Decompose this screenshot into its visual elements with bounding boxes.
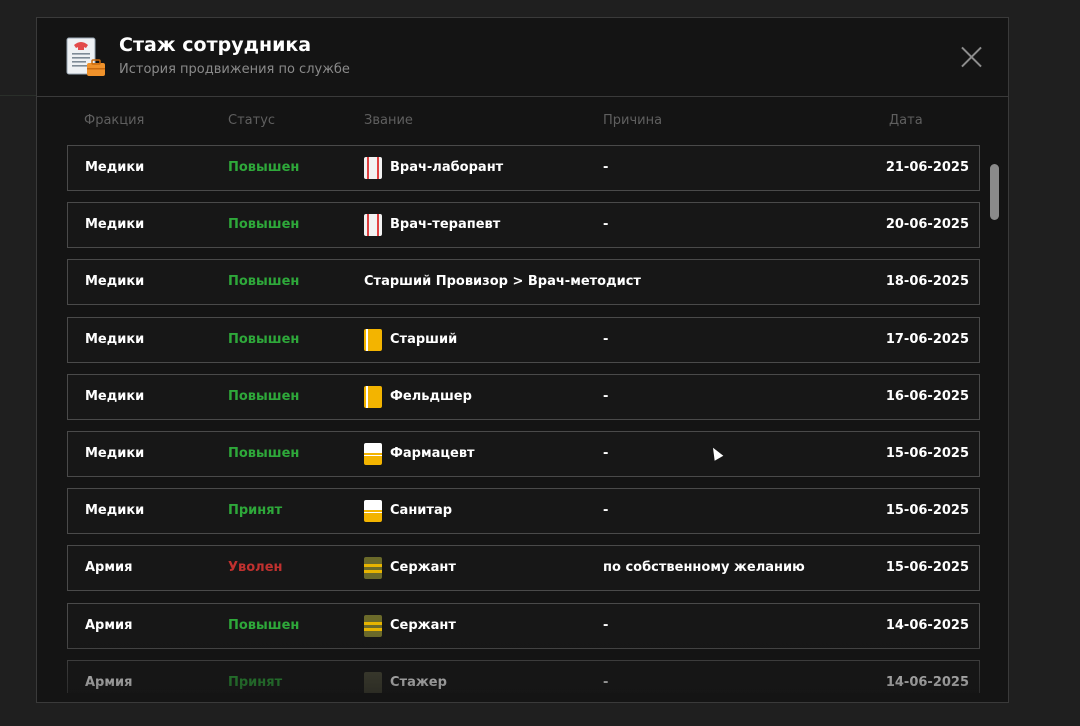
document-briefcase-icon [66, 37, 105, 76]
status-cell: Принят [228, 674, 283, 690]
date-cell: 20-06-2025 [885, 217, 969, 233]
date-cell: 16-06-2025 [885, 388, 969, 404]
reason-cell: - [603, 388, 609, 404]
rank-cell: Старший Провизор > Врач-методист [364, 260, 641, 304]
reason-cell: - [603, 331, 609, 347]
column-header-date: Дата [889, 113, 923, 128]
olive-epaulette-icon [364, 557, 382, 580]
status-cell: Повышен [228, 217, 300, 233]
rank-cell: Сержант [364, 604, 456, 648]
table-row[interactable]: Армия Принят Стажер - 14-06-2025 [67, 659, 980, 693]
column-header-status: Статус [228, 113, 276, 128]
reason-cell: - [603, 160, 609, 175]
table-row[interactable]: Медики Повышен Врач-терапевт - 20-06-2025 [67, 202, 980, 249]
status-cell: Повышен [228, 274, 300, 290]
faction-cell: Армия [85, 674, 133, 690]
rank-cell: Санитар [364, 489, 452, 533]
table-row[interactable]: Медики Повышен Фельдшер - 16-06-2025 [67, 373, 980, 420]
rank-label: Санитар [390, 503, 453, 519]
rank-label: Фармацевт [390, 446, 475, 461]
half-yellow-epaulette-icon [364, 500, 382, 523]
backdrop-divider [0, 95, 40, 96]
faction-cell: Медики [85, 274, 145, 290]
date-cell: 15-06-2025 [885, 503, 969, 519]
rank-label: Фельдшер [390, 388, 472, 404]
olive-epaulette-icon [364, 614, 382, 637]
status-cell: Повышен [228, 446, 300, 461]
date-cell: 15-06-2025 [885, 560, 969, 576]
reason-cell: - [603, 503, 609, 519]
modal-subtitle: История продвижения по службе [119, 62, 350, 77]
half-yellow-epaulette-icon [364, 443, 382, 465]
faction-cell: Медики [85, 446, 145, 461]
faction-cell: Армия [85, 617, 133, 633]
modal-title: Стаж сотрудника [119, 34, 312, 56]
date-cell: 21-06-2025 [885, 160, 969, 175]
date-cell: 17-06-2025 [885, 331, 969, 347]
date-cell: 18-06-2025 [885, 274, 969, 290]
rank-cell: Старший [364, 318, 457, 362]
column-header-reason: Причина [603, 113, 663, 128]
table-row[interactable]: Медики Повышен Врач-лаборант - 21-06-2025 [67, 145, 980, 191]
table-row[interactable]: Медики Повышен Старший - 17-06-2025 [67, 316, 980, 363]
white-red-stripe-icon [364, 214, 382, 237]
yellow-epaulette-icon [364, 385, 382, 408]
rank-label: Старший Провизор > Врач-методист [364, 274, 641, 290]
close-icon[interactable] [960, 46, 982, 68]
modal-header: Стаж сотрудника История продвижения по с… [37, 18, 1008, 97]
date-cell: 14-06-2025 [885, 674, 969, 690]
faction-cell: Медики [85, 217, 145, 233]
status-cell: Принят [228, 503, 283, 519]
faction-cell: Медики [85, 160, 145, 175]
date-cell: 14-06-2025 [885, 617, 969, 633]
faction-cell: Медики [85, 388, 145, 404]
rank-label: Старший [390, 331, 458, 347]
white-red-stripe-icon [364, 157, 382, 179]
table-row[interactable]: Медики Принят Санитар - 15-06-2025 [67, 488, 980, 535]
rank-label: Врач-терапевт [390, 217, 501, 233]
status-cell: Повышен [228, 160, 300, 175]
rank-cell: Сержант [364, 546, 456, 590]
table-row[interactable]: Медики Повышен Старший Провизор > Врач-мет… [67, 259, 980, 306]
status-cell: Повышен [228, 331, 300, 347]
status-cell: Повышен [228, 617, 300, 633]
table-row[interactable]: Армия Повышен Сержант - 14-06-2025 [67, 602, 980, 649]
column-header-faction: Фракция [84, 113, 145, 128]
history-list[interactable]: Медики Повышен Врач-лаборант -21-06-2025 Мед… [67, 145, 980, 693]
rank-label: Врач-лаборант [390, 160, 504, 175]
service-history-modal: Стаж сотрудника История продвижения по с… [36, 17, 1009, 703]
table-row[interactable]: Медики Повышен Фармацевт - 15-06-2025 [67, 431, 980, 477]
scrollbar-thumb[interactable] [990, 164, 999, 220]
rank-cell: Фельдшер [364, 375, 472, 419]
reason-cell: - [603, 674, 609, 690]
rank-cell: Стажер [364, 661, 447, 693]
reason-cell: - [603, 617, 609, 633]
faction-cell: Медики [85, 503, 145, 519]
rank-label: Сержант [390, 560, 456, 576]
reason-cell: - [603, 446, 609, 461]
status-cell: Уволен [228, 560, 283, 576]
date-cell: 15-06-2025 [885, 446, 969, 461]
reason-cell: - [603, 217, 609, 233]
rank-cell: Фармацевт [364, 432, 475, 476]
dark-epaulette-icon [364, 671, 382, 693]
column-header-rank: Звание [364, 113, 413, 128]
rank-cell: Врач-лаборант [364, 146, 503, 190]
faction-cell: Армия [85, 560, 133, 576]
status-cell: Повышен [228, 388, 300, 404]
rank-label: Сержант [390, 617, 456, 633]
table-row[interactable]: Армия Уволен Сержант по собственному желани… [67, 545, 980, 592]
rank-cell: Врач-терапевт [364, 203, 500, 247]
faction-cell: Медики [85, 331, 145, 347]
rank-label: Стажер [390, 674, 447, 690]
yellow-epaulette-icon [364, 328, 382, 351]
reason-cell: по собственному желанию [603, 560, 805, 576]
